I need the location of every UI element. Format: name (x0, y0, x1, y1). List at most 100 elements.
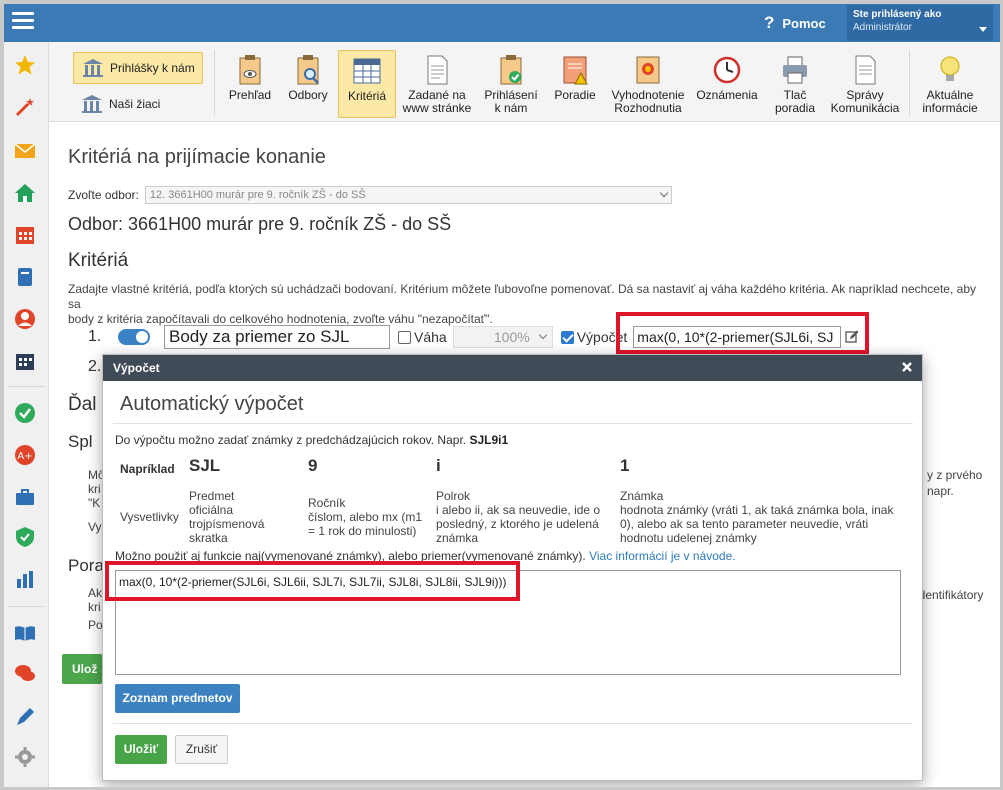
book-icon[interactable] (14, 266, 36, 288)
home-icon[interactable] (14, 182, 36, 204)
save-button[interactable]: Uložiť (115, 735, 167, 764)
user-status: Ste prihlásený ako (853, 9, 942, 20)
example-polrok: i (436, 456, 441, 475)
vaha-checkbox[interactable] (398, 330, 411, 344)
polrok-line: známka (436, 531, 479, 545)
vaha-select[interactable]: 100% (452, 326, 553, 348)
toolbar: Prihlášky k nám Naši žiaci Prehľad Odbor… (49, 42, 1000, 122)
svg-text:A+: A+ (17, 451, 32, 462)
tab-zadane-na-www[interactable]: Zadané na www stránke (401, 50, 473, 118)
tab-vyhodnotenie-l2: Rozhodnutia (614, 101, 682, 115)
check-circle-icon[interactable] (14, 402, 36, 424)
chevron-down-icon (538, 330, 547, 340)
envelope-icon[interactable] (14, 140, 36, 162)
znamka-line: 0), alebo ak sa tento parameter neuvedie… (620, 517, 869, 531)
shield-icon[interactable] (14, 526, 36, 548)
lightbulb-icon (940, 56, 960, 81)
nasi-ziaci-button[interactable]: Naši žiaci (73, 88, 203, 120)
tab-prihlaseni-l1: Prihlásení (484, 88, 538, 102)
tab-spravy[interactable]: Správy Komunikácia (827, 50, 903, 118)
building-icon (82, 95, 102, 113)
tab-prehlad[interactable]: Prehľad (221, 50, 279, 118)
dialog-header: Výpočet (103, 355, 922, 381)
chat-icon[interactable] (14, 662, 36, 684)
tab-kriteria-label: Kritériá (347, 89, 386, 103)
toolbar-divider (909, 50, 910, 116)
predmet-line: skratka (189, 531, 228, 545)
vypocet-checkbox[interactable] (560, 330, 574, 344)
gear-icon[interactable] (14, 746, 36, 768)
manual-link[interactable]: Viac informácií je v návode. (589, 549, 736, 563)
kriterium-toggle[interactable] (118, 329, 150, 345)
vaha-label: Váha (414, 329, 447, 345)
znamka-line: hodnotu udelenej známky (620, 531, 757, 545)
clipboard-eye-icon (239, 55, 261, 85)
tab-spravy-l1: Správy (846, 88, 884, 102)
sidebar: A+ (4, 42, 49, 787)
prihlasky-k-nam-button[interactable]: Prihlášky k nám (73, 52, 203, 84)
polrok-line: i alebo ii, ak sa neuvedie, ide o (436, 503, 601, 517)
calendar-icon[interactable] (14, 224, 36, 246)
magic-wand-icon[interactable] (14, 96, 36, 118)
tab-kriteria[interactable]: Kritériá (338, 50, 396, 118)
kriterium-2-number: 2. (88, 358, 102, 375)
divider (113, 423, 913, 424)
tab-spravy-l2: Komunikácia (830, 101, 900, 115)
clipboard-check-icon (500, 55, 522, 85)
znamka-heading: Známka (620, 489, 664, 503)
highlight-box (105, 561, 520, 601)
tab-vyhodnotenie[interactable]: Vyhodnotenie Rozhodnutia (607, 50, 689, 118)
tab-aktualne-l1: Aktuálne (926, 88, 974, 102)
highlight-box (616, 312, 869, 354)
tab-prehlad-label: Prehľad (228, 88, 272, 102)
grade-icon[interactable]: A+ (14, 444, 36, 466)
tab-aktualne-informacie[interactable]: Aktuálne informácie (915, 50, 985, 118)
question-icon: ? (764, 13, 775, 32)
user-icon[interactable] (14, 308, 36, 330)
kriteria-heading: Kritériá (68, 250, 129, 271)
tab-aktualne-l2: informácie (922, 101, 978, 115)
rocnik-line: číslom, alebo mx (m1 (308, 510, 423, 524)
table-icon (353, 58, 381, 84)
close-icon[interactable] (900, 360, 914, 374)
help-label: Pomoc (782, 15, 826, 31)
user-role: Administrátor (853, 22, 912, 33)
warning-document-icon (563, 56, 588, 85)
kriterium-name-input[interactable]: Body za priemer zo SJL (164, 325, 390, 349)
help-button[interactable]: ? Pomoc (764, 12, 826, 34)
bg-text: Ak (88, 586, 103, 600)
tab-prihlaseni-l2: k nám (494, 101, 528, 115)
bar-chart-icon[interactable] (14, 568, 36, 590)
example-label: Napríklad (120, 462, 175, 476)
splnenie-heading: Spl (68, 432, 93, 451)
znamka-explanation: Známka hodnota známky (vráti 1, ak taká … (620, 489, 893, 545)
user-menu[interactable]: Ste prihlásený ako Administrátor (847, 5, 993, 41)
tab-poradie[interactable]: Poradie (549, 50, 601, 118)
briefcase-icon[interactable] (14, 486, 36, 508)
tab-odbory[interactable]: Odbory (283, 50, 333, 118)
star-icon[interactable] (14, 54, 36, 76)
odbor-select[interactable]: 12. 3661H00 murár pre 9. ročník ZŠ - do … (144, 186, 672, 204)
cancel-button[interactable]: Zrušiť (175, 735, 228, 764)
dialog-intro: Do výpočtu možno zadať známky z predchád… (115, 433, 508, 447)
schedule-icon[interactable] (14, 350, 36, 372)
tab-oznamenia-label: Oznámenia (696, 88, 758, 102)
menu-icon[interactable] (12, 12, 34, 32)
pen-icon[interactable] (14, 706, 36, 728)
sidebar-divider (8, 606, 45, 607)
odbor-select-value: 12. 3661H00 murár pre 9. ročník ZŠ - do … (149, 189, 366, 201)
tab-tlac-l2: poradia (774, 101, 816, 115)
bg-text: Vy (88, 520, 102, 534)
tab-poradie-label: Poradie (554, 88, 596, 102)
tab-prihlaseni[interactable]: Prihlásení k nám (479, 50, 543, 118)
intro-example: SJL9i1 (469, 433, 509, 447)
subjects-list-button[interactable]: Zoznam predmetov (115, 684, 240, 713)
tab-odbory-label: Odbory (288, 88, 328, 102)
tab-oznamenia[interactable]: Oznámenia (694, 50, 760, 118)
prihlasky-label: Prihlášky k nám (110, 61, 195, 75)
open-book-icon[interactable] (14, 622, 36, 644)
save-button-background[interactable]: Ulož (62, 654, 102, 684)
tab-tlac-poradia[interactable]: Tlač poradia (767, 50, 823, 118)
example-predmet: SJL (189, 456, 221, 475)
document-icon (427, 55, 448, 85)
